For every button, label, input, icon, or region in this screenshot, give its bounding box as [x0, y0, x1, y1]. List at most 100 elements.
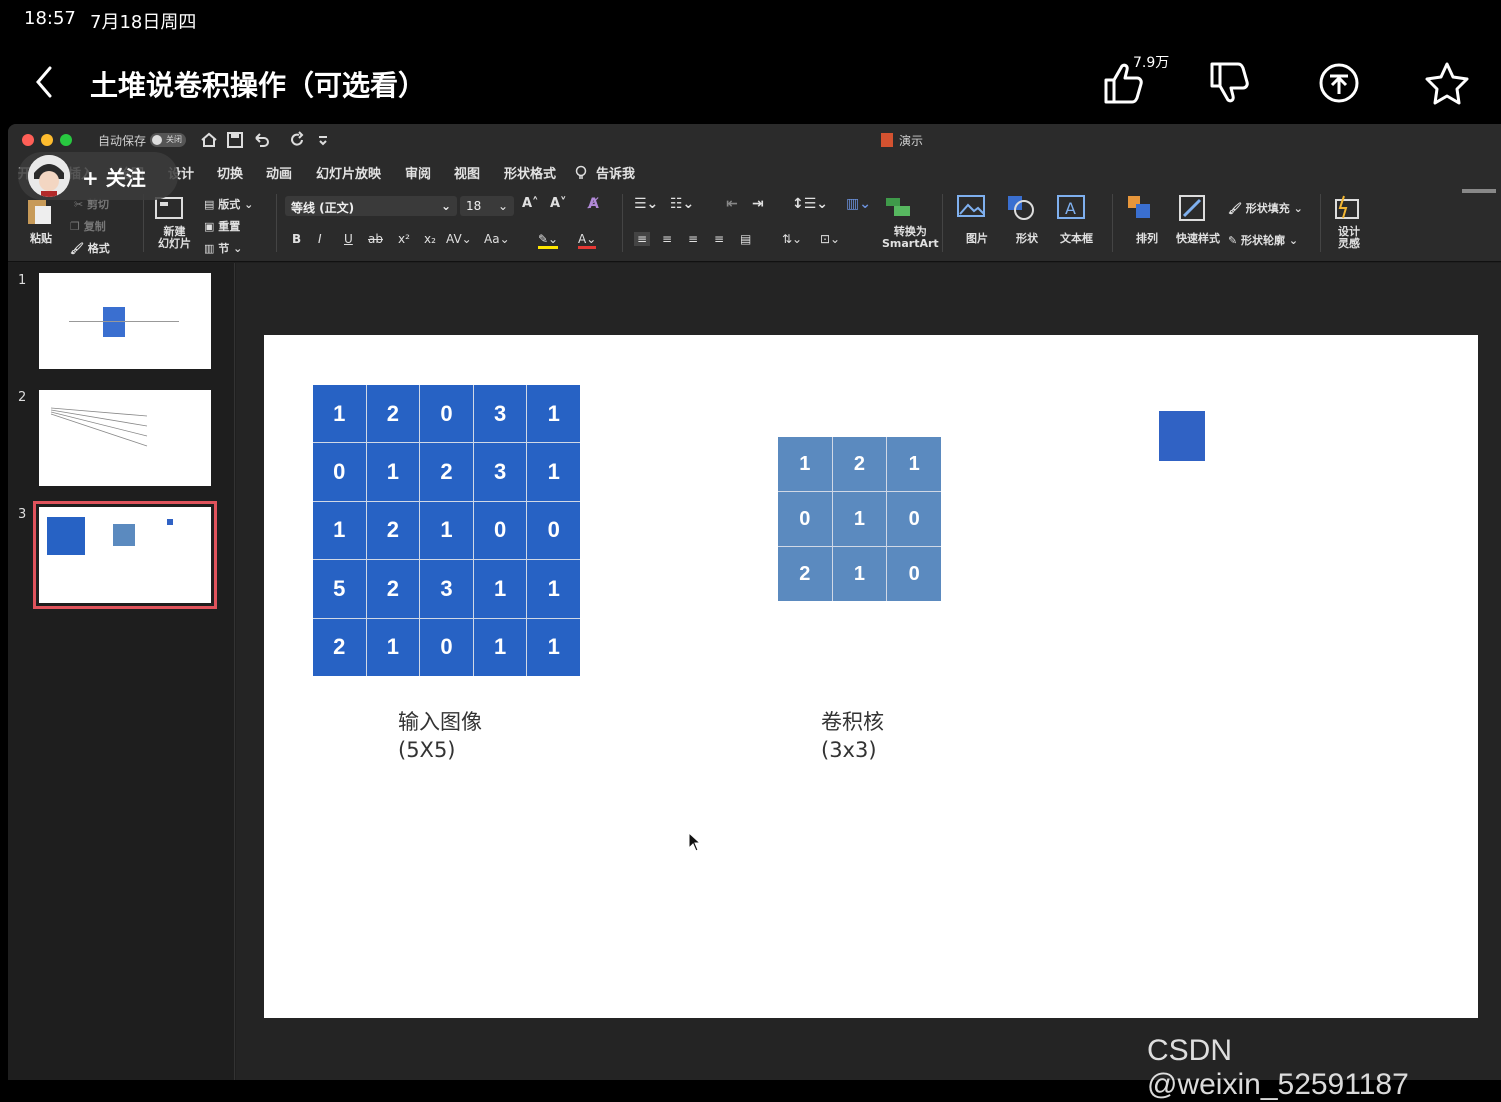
slide-number: 1 — [18, 273, 27, 288]
justify-icon[interactable]: ≡ — [714, 232, 724, 246]
slide-thumbnail-3[interactable] — [33, 501, 217, 609]
tab-animations[interactable]: 动画 — [266, 163, 292, 182]
increase-indent-icon[interactable]: ⇥ — [752, 196, 764, 212]
bullets-icon[interactable]: ☰⌄ — [634, 196, 658, 212]
back-icon[interactable] — [28, 62, 64, 102]
matrix-cell: 1 — [420, 501, 473, 560]
matrix-cell: 1 — [527, 560, 580, 618]
home-icon[interactable] — [200, 131, 218, 149]
favorite-star-icon[interactable] — [1422, 58, 1472, 108]
clear-format-icon[interactable]: A̸ — [588, 196, 599, 212]
reset-label: 重置 — [218, 220, 241, 233]
align-text-icon[interactable]: ⊡⌄ — [820, 232, 840, 246]
chevron-down-icon: ⌄ — [440, 199, 451, 213]
kernel-matrix[interactable]: 121010210 — [778, 437, 941, 601]
input-image-caption[interactable]: 输入图像 (5X5) — [398, 708, 482, 764]
tab-shape-format[interactable]: 形状格式 — [504, 163, 556, 182]
minimize-window-button[interactable] — [41, 134, 53, 146]
reset-button[interactable]: ▣ 重置 — [204, 218, 240, 234]
current-slide[interactable]: 1203101231121005231121011 121010210 输入图像… — [264, 335, 1478, 1018]
italic-icon[interactable]: I — [318, 232, 322, 246]
text-direction-icon[interactable]: ⇅⌄ — [782, 232, 802, 246]
picture-icon[interactable] — [956, 194, 986, 220]
section-button[interactable]: ▥ 节 ⌄ — [204, 240, 242, 256]
change-case-icon[interactable]: Aa⌄ — [484, 232, 510, 246]
close-window-button[interactable] — [22, 134, 34, 146]
ribbon-scroll-indicator[interactable] — [1462, 189, 1496, 193]
matrix-cell: 1 — [473, 618, 527, 676]
matrix-cell: 0 — [887, 547, 941, 601]
arrange-icon[interactable] — [1126, 194, 1156, 222]
undo-icon[interactable] — [252, 131, 270, 149]
thumbnail-input-matrix — [47, 517, 85, 555]
dislike-icon[interactable] — [1206, 58, 1256, 108]
tab-tell-me[interactable]: 告诉我 — [596, 163, 635, 182]
bold-icon[interactable]: B — [292, 232, 301, 246]
save-icon[interactable] — [226, 131, 244, 149]
tab-view[interactable]: 视图 — [454, 163, 480, 182]
align-right-icon[interactable]: ≡ — [688, 232, 698, 246]
decrease-indent-icon[interactable]: ⇤ — [726, 196, 738, 212]
zoom-window-button[interactable] — [60, 134, 72, 146]
matrix-cell: 1 — [778, 437, 832, 491]
matrix-cell: 0 — [420, 385, 473, 443]
input-image-matrix[interactable]: 1203101231121005231121011 — [313, 385, 580, 676]
distributed-icon[interactable]: ▤ — [740, 232, 751, 246]
coin-icon[interactable] — [1314, 58, 1364, 108]
follow-button[interactable]: + 关注 — [18, 152, 178, 200]
grow-font-icon[interactable]: A˄ — [522, 196, 539, 211]
textbox-icon[interactable]: A — [1056, 194, 1086, 220]
matrix-cell: 0 — [527, 501, 580, 560]
matrix-cell: 0 — [473, 501, 527, 560]
layout-button[interactable]: ▤ 版式 ⌄ — [204, 196, 253, 212]
format-painter-button[interactable]: 🖌 格式 — [70, 240, 110, 256]
matrix-cell: 1 — [832, 492, 887, 546]
line-spacing-icon[interactable]: ↕☰⌄ — [792, 196, 828, 212]
tab-review[interactable]: 审阅 — [405, 163, 431, 182]
columns-icon[interactable]: ▥⌄ — [846, 196, 871, 212]
quick-styles-icon[interactable] — [1178, 194, 1208, 222]
csdn-watermark: CSDN @weixin_52591187 — [1147, 1034, 1409, 1101]
customize-toolbar-icon[interactable] — [314, 131, 332, 149]
kernel-caption[interactable]: 卷积核 (3x3) — [821, 708, 884, 764]
font-size-select[interactable]: 18 ⌄ — [460, 196, 514, 216]
shapes-icon[interactable] — [1006, 194, 1036, 220]
thumbnail-output-square — [167, 519, 173, 525]
shrink-font-icon[interactable]: A˅ — [550, 196, 567, 211]
subscript-icon[interactable]: x₂ — [424, 232, 436, 246]
matrix-cell: 1 — [832, 547, 887, 601]
tab-slideshow[interactable]: 幻灯片放映 — [316, 163, 381, 182]
redo-icon[interactable] — [288, 131, 306, 149]
slide-thumbnail-2[interactable] — [39, 390, 211, 486]
matrix-cell: 0 — [887, 492, 941, 546]
matrix-cell: 0 — [420, 618, 473, 676]
font-name-select[interactable]: 等线 (正文) ⌄ — [285, 196, 457, 216]
numbering-icon[interactable]: ☷⌄ — [670, 196, 694, 212]
font-size-value: 18 — [466, 199, 482, 213]
new-slide-icon[interactable] — [154, 196, 184, 220]
superscript-icon[interactable]: x² — [398, 232, 410, 246]
matrix-cell: 2 — [832, 437, 887, 491]
status-date: 7月18日周四 — [90, 12, 197, 33]
matrix-cell: 1 — [366, 618, 420, 676]
shape-fill-button[interactable]: 🖌 形状填充 ⌄ — [1228, 200, 1303, 216]
character-spacing-icon[interactable]: AV⌄ — [446, 232, 472, 246]
matrix-cell: 3 — [420, 560, 473, 618]
design-ideas-label: 设计 灵感 — [1338, 225, 1360, 250]
align-center-icon[interactable]: ≡ — [662, 232, 672, 246]
autosave-toggle[interactable]: 关闭 — [150, 133, 186, 147]
underline-icon[interactable]: U — [344, 232, 353, 246]
output-square[interactable] — [1159, 411, 1205, 461]
tab-transitions[interactable]: 切换 — [217, 163, 243, 182]
design-ideas-icon[interactable] — [1332, 194, 1362, 222]
smartart-icon[interactable] — [884, 194, 918, 220]
ribbon-separator — [1112, 194, 1113, 252]
align-left-icon[interactable]: ≡ — [634, 232, 651, 246]
strikethrough-icon[interactable]: ab — [368, 232, 383, 246]
font-color-icon[interactable]: A⌄ — [578, 232, 597, 249]
shape-outline-button[interactable]: ✎ 形状轮廓 ⌄ — [1228, 232, 1298, 248]
autosave-state: 关闭 — [166, 135, 182, 144]
highlight-icon[interactable]: ✎⌄ — [538, 232, 559, 249]
slide-thumbnail-1[interactable] — [39, 273, 211, 369]
copy-button[interactable]: ❐ 复制 — [70, 218, 106, 234]
